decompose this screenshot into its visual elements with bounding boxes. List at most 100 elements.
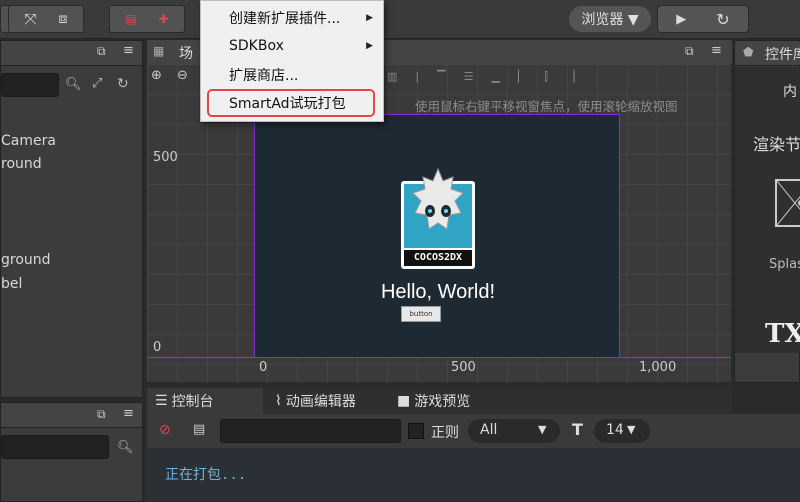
sprite-placeholder-icon [776,180,800,226]
menu-item-label: SDKBox [229,38,284,54]
tree-item-background[interactable]: round [1,156,42,172]
scene-icon: ▦ [153,44,165,58]
popout-icon[interactable]: ⧉ [97,407,106,422]
menu-item-label: 创建新扩展插件... [229,11,341,27]
console-search-input[interactable] [220,419,401,443]
widget-library-body: 内 渲染节 Splas TX [735,67,800,353]
widget-library-header: ⬟ 控件库 [735,41,800,66]
menu-item-label: SmartAd试玩打包 [229,96,346,112]
align-top-icon[interactable]: ▔ [437,70,445,84]
sprite-splash-icon[interactable] [775,179,800,227]
assets-panel: ⧉ ≡ 🔍︎ [0,402,143,502]
console-toolbar: ⊘ ▤ 正则 All ▼ T 14 ▼ [147,414,800,448]
refresh-icon[interactable]: ↻ [117,76,129,92]
menu-item-sdkbox[interactable]: SDKBox ▶ [201,33,383,59]
scene-title: 场 [179,46,193,62]
align-middle-icon[interactable]: ☰ [464,70,474,84]
hierarchy-header: ⧉ ≡ [1,41,142,66]
align-toolbar: ▥ | ▔ ☰ ▁ ▏ ⫿ ▕ [387,70,727,84]
scale-icon[interactable]: ⤧ [25,10,37,28]
refresh-icon[interactable]: ↻ [716,10,729,29]
tab-console[interactable]: ☰ 控制台 [147,388,263,414]
ruler-x-label-0: 0 [259,360,268,375]
search-icon[interactable]: 🔍︎ [65,77,82,92]
hierarchy-panel: ⧉ ≡ 🔍︎ ⤢ ↻ Camera round ground bel [0,40,143,398]
canvas-button[interactable]: button [401,306,441,322]
local-icon[interactable]: ▤ [125,12,136,26]
main-toolbar: ⤧ ⧈ ▤ ✚ 浏览器 ▼ ▶ ↻ [0,0,800,39]
widget-tab-builtin[interactable]: 内 [783,81,797,101]
tab-console-label: 控制台 [171,394,214,410]
ruler-x-label-1000: 1,000 [639,360,677,375]
cocos-logo[interactable]: COCOS2DX [401,167,475,269]
font-size-dropdown[interactable]: 14 ▼ [594,419,650,443]
tree-item-camera[interactable]: Camera [1,133,56,149]
tab-animation-editor[interactable]: ⌇ 动画编辑器 [267,388,387,414]
widget-icon: ⬟ [743,45,754,59]
console-output: 正在打包... [147,448,800,502]
bottom-tab-bar: ☰ 控制台 ⌇ 动画编辑器 ■ 游戏预览 [147,388,732,415]
font-size-icon: T [572,420,583,439]
console-log-line: 正在打包... [165,467,247,483]
expand-icon[interactable]: ⤢ [92,76,102,91]
zoom-in-icon[interactable]: ⊕ [151,68,162,83]
logo-text: COCOS2DX [404,250,472,266]
widget-label-icon[interactable]: TX [765,319,800,349]
regex-label: 正则 [431,425,459,441]
menu-item-label: 扩展商店... [229,68,299,84]
rect-tool-icon[interactable]: ⧈ [59,11,68,27]
chevron-down-icon: ▼ [627,423,636,436]
tree-item-label[interactable]: bel [1,276,22,292]
assets-header: ⧉ ≡ [1,403,142,428]
ruler-y-label-0: 0 [153,340,162,355]
camera-icon: ■ [397,393,411,409]
chevron-down-icon: ▼ [538,423,547,436]
menu-item-extension-store[interactable]: 扩展商店... [201,62,383,88]
tab-game-preview[interactable]: ■ 游戏预览 [389,388,489,414]
preview-controls: ▶ ↻ [657,5,749,33]
zoom-out-icon[interactable]: ⊖ [177,68,188,83]
menu-icon[interactable]: ≡ [123,43,134,58]
menu-item-smartad-package[interactable]: SmartAd试玩打包 [207,89,375,117]
widget-category-render: 渲染节 [753,135,800,154]
tab-preview-label: 游戏预览 [414,394,471,410]
filter-dropdown[interactable]: All ▼ [468,419,560,443]
hello-world-label[interactable]: Hello, World! [255,281,621,304]
global-icon[interactable]: ✚ [159,12,169,26]
align-icon[interactable]: ▥ [387,70,397,84]
align-left-icon[interactable]: ▏ [518,70,526,84]
chevron-right-icon: ▶ [366,13,373,23]
tab-animation-label: 动画编辑器 [285,394,356,410]
align-right-icon[interactable]: ▕ [566,70,574,84]
clear-icon[interactable]: ⊘ [159,422,171,438]
ruler-y-label-500: 500 [153,150,178,165]
popout-icon[interactable]: ⧉ [97,44,106,59]
menu-icon[interactable]: ≡ [123,406,134,421]
font-size-value: 14 [606,422,624,438]
transform-tools: ⤧ ⧈ [8,5,84,33]
widget-library-title: 控件库 [765,47,800,63]
menu-item-create-extension[interactable]: 创建新扩展插件... ▶ [201,5,383,31]
align-center-icon[interactable]: ⫿ [544,70,548,84]
tree-item-playground[interactable]: ground [1,252,51,268]
divider-icon: | [415,70,420,83]
design-canvas[interactable]: COCOS2DX Hello, World! button [254,114,620,358]
widget-sprite-splash-label: Splas [769,257,800,272]
scene-hint: 使用鼠标右键平移视窗焦点，使用滚轮缩放视图 [415,99,678,114]
ruler-x-label-500: 500 [451,360,476,375]
hierarchy-search-input[interactable] [1,73,59,97]
assets-search-input[interactable] [1,435,109,459]
popout-icon[interactable]: ⧉ [685,44,694,59]
align-bottom-icon[interactable]: ▁ [491,70,499,84]
regex-checkbox[interactable] [408,423,424,439]
menu-icon[interactable]: ≡ [711,43,722,58]
list-icon: ☰ [155,393,168,409]
play-icon[interactable]: ▶ [676,12,686,27]
widget-library-panel: ⬟ 控件库 内 渲染节 Splas TX [734,40,800,383]
search-icon[interactable]: 🔍︎ [117,440,134,455]
logo-mascot-icon [412,167,464,230]
filter-value: All [480,422,498,438]
browser-dropdown[interactable]: 浏览器 ▼ [569,6,651,32]
document-icon[interactable]: ▤ [193,422,205,437]
coordinate-tools: ▤ ✚ [109,5,185,33]
